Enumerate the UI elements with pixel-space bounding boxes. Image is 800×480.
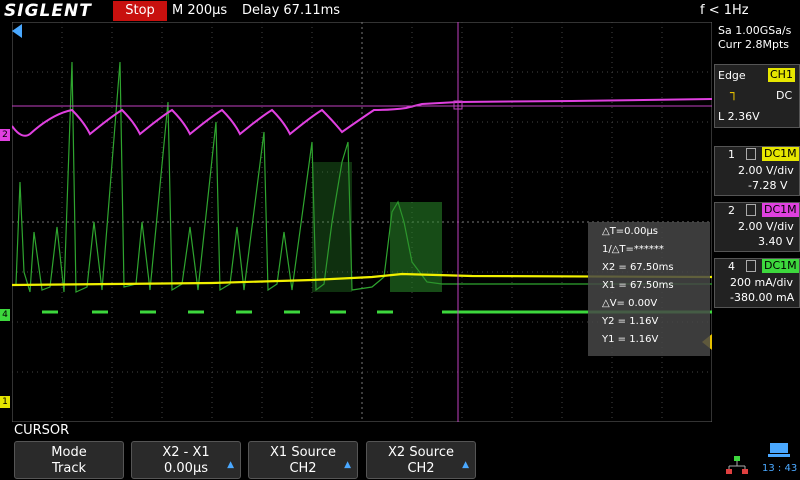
trigger-source-badge: CH1 bbox=[768, 68, 795, 82]
network-icon bbox=[726, 456, 748, 474]
ch1-offset: -7.28 V bbox=[748, 179, 788, 192]
clock: 13 : 43 bbox=[762, 463, 798, 474]
trigger-level: L 2.36V bbox=[718, 110, 760, 123]
ch4-scale: 200 mA/div bbox=[730, 276, 793, 289]
knob-arrow-icon: ▲ bbox=[462, 460, 469, 470]
ch1-coupling-badge: DC1M bbox=[762, 147, 799, 161]
rising-edge-icon: ┐ bbox=[730, 86, 738, 101]
ch2-scale: 2.00 V/div bbox=[738, 220, 794, 233]
x2-x1-label: X2 - X1 bbox=[162, 445, 210, 460]
bandwidth-limit-icon bbox=[746, 260, 756, 272]
x1-source-softkey[interactable]: X1 Source CH2 ▲ bbox=[248, 441, 358, 479]
delta-t-value: △T=0.00μs bbox=[602, 226, 659, 237]
monitor-icon bbox=[768, 443, 790, 457]
x2-value: X2 = 67.50ms bbox=[602, 262, 674, 273]
x2-source-value: CH2 bbox=[407, 461, 435, 476]
timebase-readout[interactable]: M 200μs bbox=[172, 0, 227, 22]
delta-v-value: △V= 0.00V bbox=[602, 298, 658, 309]
delay-readout[interactable]: Delay 67.11ms bbox=[242, 0, 340, 22]
ch2-offset: 3.40 V bbox=[758, 235, 794, 248]
sample-rate: Sa 1.00GSa/s bbox=[718, 24, 792, 37]
frequency-counter: f < 1Hz bbox=[700, 3, 749, 18]
ch1-scale: 2.00 V/div bbox=[738, 164, 794, 177]
ch4-offset: -380.00 mA bbox=[730, 291, 795, 304]
knob-arrow-icon: ▲ bbox=[344, 460, 351, 470]
y2-value: Y2 = 1.16V bbox=[602, 316, 659, 327]
y1-value: Y1 = 1.16V bbox=[602, 334, 659, 345]
mode-value: Track bbox=[51, 461, 87, 476]
ch2-coupling-badge: DC1M bbox=[762, 203, 799, 217]
ch1-number: 1 bbox=[728, 148, 735, 161]
bandwidth-limit-icon bbox=[746, 148, 756, 160]
x1-value: X1 = 67.50ms bbox=[602, 280, 674, 291]
cursor-measurement-panel: △T=0.00μs 1/△T=****** X2 = 67.50ms X1 = … bbox=[588, 222, 710, 356]
trigger-type: Edge bbox=[718, 69, 746, 82]
ch4-coupling-badge: DC1M bbox=[762, 259, 799, 273]
mode-softkey[interactable]: Mode Track bbox=[14, 441, 124, 479]
menu-title: CURSOR bbox=[14, 423, 70, 438]
x1-source-label: X1 Source bbox=[270, 445, 336, 460]
ch2-number: 2 bbox=[728, 204, 735, 217]
ch4-ground-marker[interactable]: 4 bbox=[0, 309, 10, 321]
inverse-delta-t-value: 1/△T=****** bbox=[602, 244, 664, 255]
mode-label: Mode bbox=[51, 445, 87, 460]
trigger-coupling: DC bbox=[776, 89, 793, 102]
ch1-ground-marker[interactable]: 1 bbox=[0, 396, 10, 408]
bandwidth-limit-icon bbox=[746, 204, 756, 216]
brand-logo: SIGLENT bbox=[4, 1, 92, 21]
run-stop-indicator[interactable]: Stop bbox=[113, 1, 167, 21]
x2-source-softkey[interactable]: X2 Source CH2 ▲ bbox=[366, 441, 476, 479]
memory-depth: Curr 2.8Mpts bbox=[718, 38, 790, 51]
x1-source-value: CH2 bbox=[289, 461, 317, 476]
x2-source-label: X2 Source bbox=[388, 445, 454, 460]
ch2-ground-marker[interactable]: 2 bbox=[0, 129, 10, 141]
trigger-position-icon bbox=[12, 24, 22, 38]
x2-x1-softkey[interactable]: X2 - X1 0.00μs ▲ bbox=[131, 441, 241, 479]
ch4-number: 4 bbox=[728, 260, 735, 273]
x2-x1-value: 0.00μs bbox=[164, 461, 208, 476]
knob-arrow-icon: ▲ bbox=[227, 460, 234, 470]
